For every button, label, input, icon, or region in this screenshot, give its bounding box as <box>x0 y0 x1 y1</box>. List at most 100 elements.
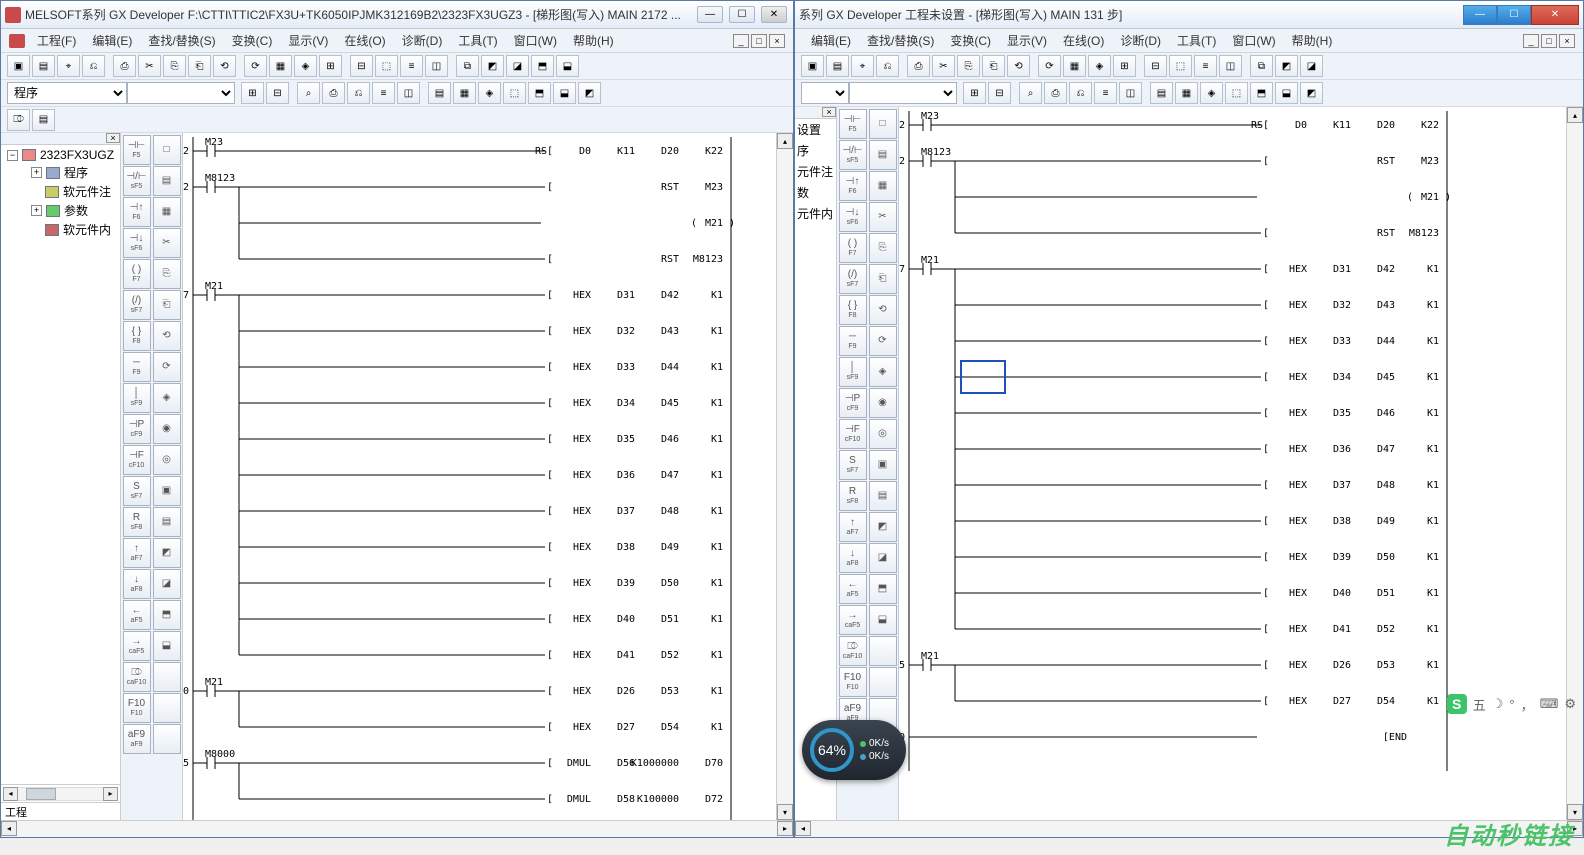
ime-settings-icon[interactable]: ⚙ <box>1564 696 1576 712</box>
tool-col-a[interactable]: ⎄ <box>7 109 30 131</box>
rtb2-btn-10[interactable]: ⬚ <box>1225 82 1248 104</box>
pal-icon-14[interactable]: ◪ <box>153 569 181 599</box>
menu-tools[interactable]: 工具(T) <box>1169 30 1224 51</box>
pal-sym-sF6[interactable]: ⊣↓sF6 <box>123 228 151 258</box>
pal-icon-8[interactable]: ◈ <box>869 357 897 387</box>
pal-sym-sF5[interactable]: ⊣/⊢sF5 <box>123 166 151 196</box>
menu-convert[interactable]: 变换(C) <box>942 30 999 51</box>
ltb2-btn-7[interactable]: ▤ <box>428 82 451 104</box>
pal-sym-F6[interactable]: ⊣↑F6 <box>123 197 151 227</box>
pal-icon-9[interactable]: ◉ <box>153 414 181 444</box>
ltb1-btn-9[interactable]: ⟳ <box>244 55 267 77</box>
pal-icon-15[interactable]: ⬒ <box>153 600 181 630</box>
sidebar-close-icon[interactable]: × <box>822 107 836 117</box>
left-ladder-editor[interactable]: 22M23[RSD0K11D20K2232M8123[RSTM23(M21)[R… <box>183 133 776 820</box>
vscroll-up[interactable]: ▴ <box>777 133 793 149</box>
ltb1-btn-21[interactable]: ⬓ <box>556 55 579 77</box>
rtb1-btn-17[interactable]: ⧉ <box>1250 55 1273 77</box>
menu-find[interactable]: 查找/替换(S) <box>859 30 942 51</box>
pal-icon-10[interactable]: ◎ <box>153 445 181 475</box>
pal-sym-F8[interactable]: { }F8 <box>123 321 151 351</box>
rtb2-btn-9[interactable]: ◈ <box>1200 82 1223 104</box>
tree-toggle[interactable]: + <box>31 167 42 178</box>
ltb1-btn-19[interactable]: ◪ <box>506 55 529 77</box>
tree-toggle[interactable]: + <box>31 205 42 216</box>
pal-icon-3[interactable]: ✂ <box>869 202 897 232</box>
menu-online[interactable]: 在线(O) <box>336 30 393 51</box>
close-button[interactable]: ✕ <box>761 6 787 23</box>
ltb2-btn-11[interactable]: ⬒ <box>528 82 551 104</box>
pal-sym-F10[interactable]: F10F10 <box>839 667 867 697</box>
ime-punct-icon[interactable]: ， <box>1521 695 1534 714</box>
menu-edit[interactable]: 编辑(E) <box>84 30 140 51</box>
mdi-close[interactable]: × <box>1559 34 1575 48</box>
tree-item[interactable]: 元件内 <box>795 203 836 224</box>
tree-item[interactable]: 序 <box>795 140 836 161</box>
pal-sym-F10[interactable]: F10F10 <box>123 693 151 723</box>
pal-sym-cF9[interactable]: ⊣PcF9 <box>839 388 867 418</box>
pal-icon-5[interactable]: ⎗ <box>153 290 181 320</box>
mdi-max[interactable]: □ <box>751 34 767 48</box>
pal-sym-aF5[interactable]: ←aF5 <box>123 600 151 630</box>
object-name-dropdown[interactable] <box>849 82 957 104</box>
menu-window[interactable]: 窗口(W) <box>1224 30 1283 51</box>
menu-find[interactable]: 查找/替换(S) <box>140 30 223 51</box>
rtb2-btn-8[interactable]: ▦ <box>1175 82 1198 104</box>
minimize-button[interactable]: — <box>697 6 723 23</box>
rtb2-btn-0[interactable]: ⊞ <box>963 82 986 104</box>
rtb1-btn-5[interactable]: ✂ <box>932 55 955 77</box>
pal-sym-F6[interactable]: ⊣↑F6 <box>839 171 867 201</box>
pal-icon-13[interactable]: ◩ <box>869 512 897 542</box>
pal-icon-1[interactable]: ▤ <box>153 166 181 196</box>
pal-icon-9[interactable]: ◉ <box>869 388 897 418</box>
performance-widget[interactable]: 64% 0K/s 0K/s <box>802 720 906 780</box>
rtb1-btn-9[interactable]: ⟳ <box>1038 55 1061 77</box>
pal-sym-aF8[interactable]: ↓aF8 <box>839 543 867 573</box>
ltb1-btn-8[interactable]: ⟲ <box>213 55 236 77</box>
pal-icon-18[interactable] <box>869 667 897 697</box>
left-hscroll[interactable]: ◂ ▸ <box>1 820 793 837</box>
rtb1-btn-7[interactable]: ⎗ <box>982 55 1005 77</box>
menu-help[interactable]: 帮助(H) <box>1284 30 1341 51</box>
pal-icon-12[interactable]: ▤ <box>153 507 181 537</box>
rtb1-btn-8[interactable]: ⟲ <box>1007 55 1030 77</box>
pal-icon-8[interactable]: ◈ <box>153 383 181 413</box>
pal-icon-11[interactable]: ▣ <box>869 450 897 480</box>
pal-sym-sF8[interactable]: RsF8 <box>123 507 151 537</box>
menu-online[interactable]: 在线(O) <box>1055 30 1112 51</box>
tree-item-param[interactable]: 参数 <box>64 202 88 219</box>
pal-icon-2[interactable]: ▦ <box>869 171 897 201</box>
ime-toolbar[interactable]: S 五 ☽ ° ， ⌨ ⚙ <box>1447 694 1576 714</box>
ltb2-btn-1[interactable]: ⊟ <box>266 82 289 104</box>
pal-sym-F7[interactable]: ( )F7 <box>123 259 151 289</box>
rtb1-btn-12[interactable]: ⊞ <box>1113 55 1136 77</box>
mdi-min[interactable]: _ <box>1523 34 1539 48</box>
pal-icon-5[interactable]: ⎗ <box>869 264 897 294</box>
ime-mode[interactable]: 五 <box>1473 695 1486 714</box>
pal-sym-sF7[interactable]: (/)sF7 <box>123 290 151 320</box>
left-vscroll[interactable]: ▴ ▾ <box>776 133 793 820</box>
sidebar-close-icon[interactable]: × <box>106 133 120 143</box>
pal-icon-12[interactable]: ▤ <box>869 481 897 511</box>
tree-root[interactable]: 2323FX3UGZ <box>40 148 114 162</box>
pal-sym-aF9[interactable]: aF9aF9 <box>123 724 151 754</box>
tree-item[interactable]: 元件注 <box>795 161 836 182</box>
pal-icon-6[interactable]: ⟲ <box>869 295 897 325</box>
tree-item-devcmt[interactable]: 软元件注 <box>63 183 111 200</box>
ltb1-btn-7[interactable]: ⎗ <box>188 55 211 77</box>
right-titlebar[interactable]: 系列 GX Developer 工程未设置 - [梯形图(写入) MAIN 13… <box>795 1 1583 29</box>
rtb1-btn-14[interactable]: ⬚ <box>1169 55 1192 77</box>
pal-sym-cF9[interactable]: ⊣PcF9 <box>123 414 151 444</box>
rtb2-btn-1[interactable]: ⊟ <box>988 82 1011 104</box>
ltb1-btn-3[interactable]: ⎌ <box>82 55 105 77</box>
pal-icon-7[interactable]: ⟳ <box>153 352 181 382</box>
pal-icon-17[interactable] <box>153 662 181 692</box>
pal-sym-sF6[interactable]: ⊣↓sF6 <box>839 202 867 232</box>
rtb2-btn-13[interactable]: ◩ <box>1300 82 1323 104</box>
pal-sym-aF5[interactable]: ←aF5 <box>839 574 867 604</box>
hscroll-left[interactable]: ◂ <box>795 821 811 836</box>
pal-sym-sF5[interactable]: ⊣/⊢sF5 <box>839 140 867 170</box>
mdi-min[interactable]: _ <box>733 34 749 48</box>
ltb2-btn-13[interactable]: ◩ <box>578 82 601 104</box>
rtb1-btn-15[interactable]: ≡ <box>1194 55 1217 77</box>
